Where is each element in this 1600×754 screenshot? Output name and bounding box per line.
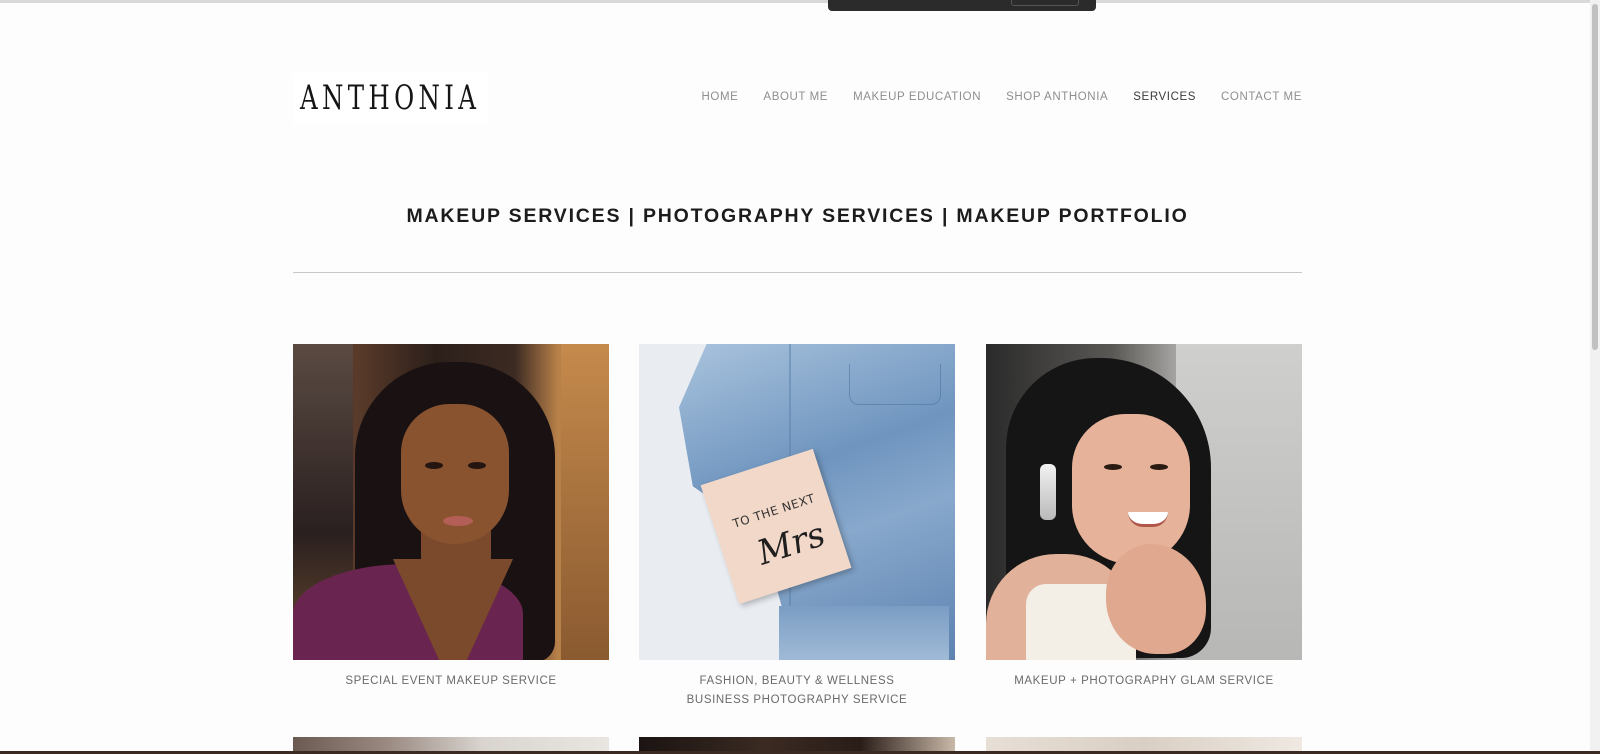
nav-makeup-education[interactable]: MAKEUP EDUCATION: [853, 91, 981, 103]
top-rule: [0, 0, 1600, 3]
nav-home[interactable]: HOME: [702, 91, 739, 103]
nav-shop-anthonia[interactable]: SHOP ANTHONIA: [1006, 91, 1108, 103]
service-card-business-photography[interactable]: TO THE NEXT Mrs FASHION, BEAUTY & WELLNE…: [639, 344, 955, 710]
page-scrollbar[interactable]: [1590, 0, 1600, 754]
nav-contact-me[interactable]: CONTACT ME: [1221, 91, 1302, 103]
service-card-special-event[interactable]: SPECIAL EVENT MAKEUP SERVICE: [293, 344, 609, 691]
main-nav: HOME ABOUT ME MAKEUP EDUCATION SHOP ANTH…: [677, 91, 1302, 103]
special-event-photo[interactable]: [293, 344, 609, 660]
notification-button[interactable]: [1011, 0, 1079, 6]
service-caption[interactable]: SPECIAL EVENT MAKEUP SERVICE: [293, 672, 609, 691]
notification-bar[interactable]: [828, 0, 1096, 11]
business-photography-photo[interactable]: TO THE NEXT Mrs: [639, 344, 955, 660]
glam-service-photo[interactable]: [986, 344, 1302, 660]
title-divider: [293, 272, 1302, 273]
page-title: MAKEUP SERVICES | PHOTOGRAPHY SERVICES |…: [406, 205, 1189, 227]
service-card-glam[interactable]: MAKEUP + PHOTOGRAPHY GLAM SERVICE: [986, 344, 1302, 691]
service-caption[interactable]: MAKEUP + PHOTOGRAPHY GLAM SERVICE: [986, 672, 1302, 691]
logo-text: ANTHONIA: [300, 78, 481, 118]
nav-about-me[interactable]: ABOUT ME: [763, 91, 828, 103]
service-caption[interactable]: FASHION, BEAUTY & WELLNESS BUSINESS PHOT…: [639, 672, 955, 710]
site-header: ANTHONIA HOME ABOUT ME MAKEUP EDUCATION …: [293, 73, 1302, 125]
site-logo[interactable]: ANTHONIA: [293, 73, 488, 123]
nav-services[interactable]: SERVICES: [1133, 91, 1196, 103]
scrollbar-thumb[interactable]: [1592, 4, 1598, 350]
